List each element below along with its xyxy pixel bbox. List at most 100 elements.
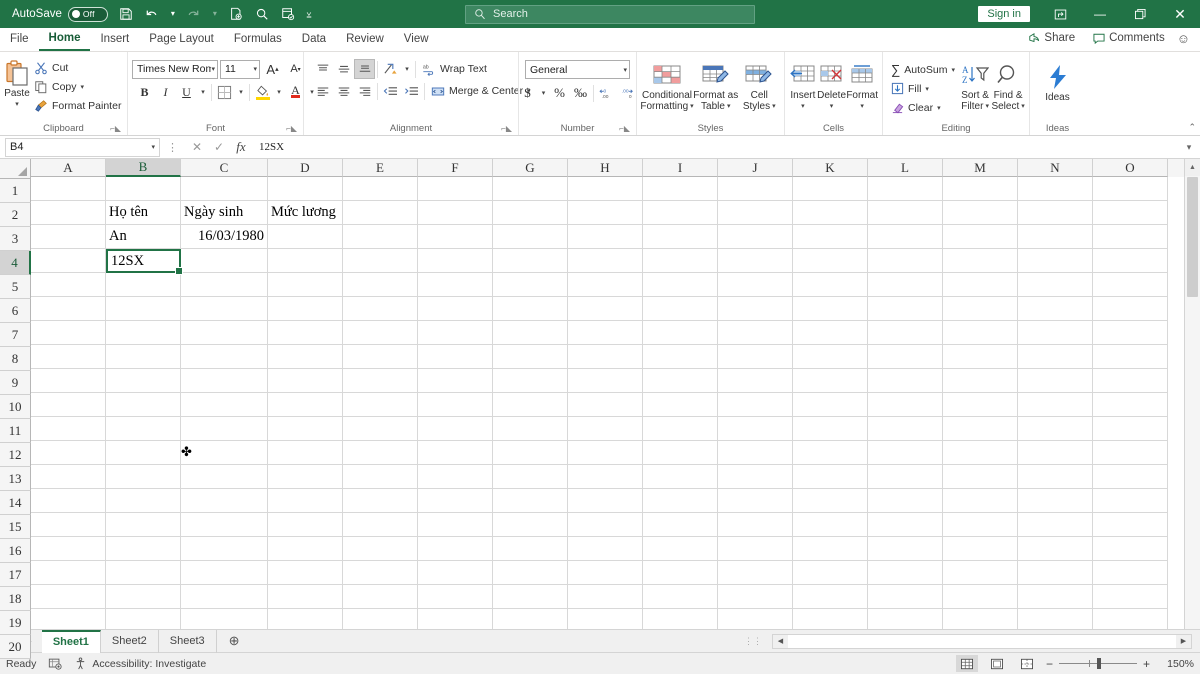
borders-dropdown-icon[interactable]: ▾ [235, 82, 247, 102]
cell-h12[interactable] [568, 441, 643, 465]
delete-cells-button[interactable]: Delete ▾ [817, 57, 847, 112]
spelling-check-icon[interactable] [276, 3, 300, 25]
cell-i10[interactable] [643, 393, 718, 417]
row-header-4[interactable]: 4 [0, 251, 31, 275]
copy-button[interactable]: Copy ▾ [30, 77, 125, 96]
record-macro-icon[interactable] [48, 657, 62, 670]
font-name-dropdown-icon[interactable]: ▾ [211, 65, 215, 73]
increase-decimal-icon[interactable]: 0.00 [596, 83, 617, 103]
cell-k13[interactable] [793, 465, 868, 489]
normal-view-button[interactable] [956, 655, 978, 672]
cell-a10[interactable] [31, 393, 106, 417]
cell-l7[interactable] [868, 321, 943, 345]
cell-b4[interactable]: 12SX [106, 249, 181, 273]
cell-g8[interactable] [493, 345, 568, 369]
comma-format-icon[interactable]: ‰ [570, 83, 591, 103]
cell-d2[interactable]: Mức lương [268, 201, 343, 225]
cell-m9[interactable] [943, 369, 1018, 393]
cell-o5[interactable] [1093, 273, 1168, 297]
cell-b9[interactable] [106, 369, 181, 393]
cell-n5[interactable] [1018, 273, 1093, 297]
sort-filter-button[interactable]: AZ Sort & Filter ▾ [959, 57, 991, 112]
clipboard-dialog-launcher-icon[interactable]: ⌐◣ [110, 122, 121, 135]
currency-dropdown-icon[interactable]: ▾ [538, 83, 549, 103]
cell-h9[interactable] [568, 369, 643, 393]
cell-d3[interactable] [268, 225, 343, 249]
column-header-n[interactable]: N [1018, 159, 1093, 177]
enter-icon[interactable]: ✓ [208, 140, 230, 154]
customize-quick-access-toolbar-icon[interactable]: ⩣ [302, 3, 316, 25]
cell-c16[interactable] [181, 537, 268, 561]
column-header-h[interactable]: H [568, 159, 643, 177]
cell-h3[interactable] [568, 225, 643, 249]
cell-b8[interactable] [106, 345, 181, 369]
insert-cells-button[interactable]: Insert ▾ [789, 57, 817, 112]
cell-h18[interactable] [568, 585, 643, 609]
cell-n2[interactable] [1018, 201, 1093, 225]
autosum-button[interactable]: ∑ AutoSum ▾ [887, 60, 959, 79]
cell-m19[interactable] [943, 609, 1018, 629]
cell-e2[interactable] [343, 201, 418, 225]
collapse-ribbon-icon[interactable]: ⌃ [1188, 122, 1196, 133]
cell-m6[interactable] [943, 297, 1018, 321]
accessibility-status[interactable]: Accessibility: Investigate [74, 657, 206, 670]
number-format-dropdown-icon[interactable]: ▾ [623, 66, 627, 74]
print-preview-icon[interactable] [250, 3, 274, 25]
column-header-m[interactable]: M [943, 159, 1018, 177]
cell-d1[interactable] [268, 177, 343, 201]
cell-l17[interactable] [868, 561, 943, 585]
cell-o15[interactable] [1093, 513, 1168, 537]
cell-k3[interactable] [793, 225, 868, 249]
cell-e10[interactable] [343, 393, 418, 417]
cell-a18[interactable] [31, 585, 106, 609]
cell-e19[interactable] [343, 609, 418, 629]
cell-d18[interactable] [268, 585, 343, 609]
format-cells-dropdown-icon[interactable]: ▾ [860, 101, 864, 112]
cell-o13[interactable] [1093, 465, 1168, 489]
cell-g11[interactable] [493, 417, 568, 441]
cell-d16[interactable] [268, 537, 343, 561]
cell-f16[interactable] [418, 537, 493, 561]
cell-h7[interactable] [568, 321, 643, 345]
align-middle-icon[interactable] [333, 59, 354, 79]
cell-a11[interactable] [31, 417, 106, 441]
horizontal-scroll-thumb[interactable] [788, 635, 1176, 648]
cell-m5[interactable] [943, 273, 1018, 297]
column-header-j[interactable]: J [718, 159, 793, 177]
increase-font-size-icon[interactable]: A▴ [262, 59, 283, 79]
cell-l18[interactable] [868, 585, 943, 609]
cell-n14[interactable] [1018, 489, 1093, 513]
cell-c11[interactable] [181, 417, 268, 441]
cell-b15[interactable] [106, 513, 181, 537]
smiley-face-icon[interactable]: ☺ [1177, 31, 1196, 46]
cell-k12[interactable] [793, 441, 868, 465]
autosum-dropdown-icon[interactable]: ▾ [951, 66, 955, 74]
cell-l19[interactable] [868, 609, 943, 629]
cell-i17[interactable] [643, 561, 718, 585]
cell-c17[interactable] [181, 561, 268, 585]
cell-j14[interactable] [718, 489, 793, 513]
tab-formulas[interactable]: Formulas [224, 28, 292, 51]
tab-view[interactable]: View [394, 28, 439, 51]
cell-b3[interactable]: An [106, 225, 181, 249]
decrease-decimal-icon[interactable]: .000 [617, 83, 638, 103]
cell-f13[interactable] [418, 465, 493, 489]
cell-d10[interactable] [268, 393, 343, 417]
zoom-track[interactable] [1059, 663, 1137, 664]
cell-b19[interactable] [106, 609, 181, 629]
cell-b18[interactable] [106, 585, 181, 609]
cell-j2[interactable] [718, 201, 793, 225]
cell-g13[interactable] [493, 465, 568, 489]
cell-a17[interactable] [31, 561, 106, 585]
cell-m17[interactable] [943, 561, 1018, 585]
add-sheet-icon[interactable]: ⊕ [217, 633, 252, 649]
cell-o11[interactable] [1093, 417, 1168, 441]
borders-icon[interactable] [214, 82, 235, 102]
cell-i7[interactable] [643, 321, 718, 345]
conditional-formatting-button[interactable]: Conditional Formatting ▾ [641, 57, 693, 112]
cell-o2[interactable] [1093, 201, 1168, 225]
cell-f14[interactable] [418, 489, 493, 513]
cell-o4[interactable] [1093, 249, 1168, 273]
cell-j4[interactable] [718, 249, 793, 273]
scroll-right-arrow-icon[interactable]: ▶ [1176, 637, 1191, 645]
